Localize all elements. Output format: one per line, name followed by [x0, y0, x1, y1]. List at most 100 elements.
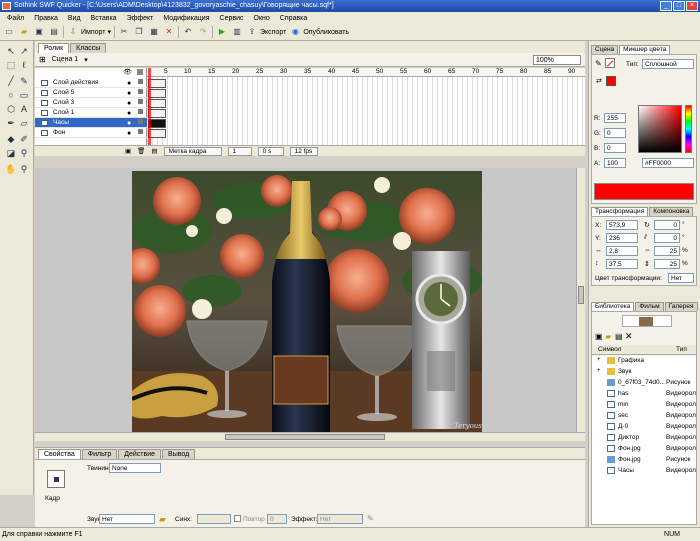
stage-canvas[interactable]: Teryoush: [132, 171, 482, 434]
close-button[interactable]: ×: [686, 1, 698, 11]
lock-icon[interactable]: [138, 119, 143, 124]
edit-effect-icon[interactable]: ✎: [367, 514, 374, 523]
hand-tool-icon[interactable]: ✋: [5, 163, 17, 175]
frame-grid[interactable]: 5 10 15 20 25 30 35 40 45 50 55 60 65 70…: [147, 68, 585, 156]
menu-window[interactable]: Окно: [249, 15, 275, 22]
lock-icon[interactable]: [138, 89, 143, 94]
delete-layer-icon[interactable]: 🗑: [137, 147, 145, 155]
line-tool-icon[interactable]: ╱: [5, 75, 17, 87]
frame-rate[interactable]: 12 fps: [289, 146, 318, 156]
gradient-tool-icon[interactable]: ◪: [5, 147, 17, 159]
zoom-tool-icon[interactable]: ⚲: [18, 163, 30, 175]
selection-tool-icon[interactable]: ↖: [5, 45, 17, 57]
sound-select[interactable]: Нет: [99, 514, 155, 524]
test-movie-icon[interactable]: ▥: [231, 26, 243, 38]
delete-symbol-icon[interactable]: ✕: [625, 331, 633, 342]
library-item[interactable]: sec Видеорол...: [592, 411, 696, 420]
b-field[interactable]: 0: [604, 143, 626, 153]
expand-icon[interactable]: +: [597, 367, 601, 376]
tab-color-mixer[interactable]: Микшер цвета: [619, 45, 671, 54]
frame-label-field[interactable]: Метка кадра: [163, 146, 222, 156]
skew-field[interactable]: 0: [654, 233, 680, 243]
hue-slider[interactable]: [685, 105, 692, 153]
library-item[interactable]: Фон.jpg Видеорол...: [592, 444, 696, 453]
scale-y-field[interactable]: 25: [654, 259, 680, 269]
layer-row[interactable]: Слой 1 ●: [35, 108, 147, 118]
scale-x-field[interactable]: 25: [654, 246, 680, 256]
g-field[interactable]: 0: [604, 128, 626, 138]
r-field[interactable]: 255: [604, 113, 626, 123]
tab-properties[interactable]: Свойства: [38, 449, 81, 459]
rotation-field[interactable]: 0: [654, 220, 680, 230]
import-button[interactable]: ⇩ Импорт ▾: [67, 26, 111, 38]
new-folder-icon[interactable]: ▰: [605, 332, 611, 341]
polygon-tool-icon[interactable]: ⬡: [5, 103, 17, 115]
scroll-thumb[interactable]: [578, 286, 584, 304]
tab-transform[interactable]: Трансформация: [591, 207, 649, 216]
scroll-thumb[interactable]: [225, 434, 385, 440]
subselection-tool-icon[interactable]: ↗: [18, 45, 30, 57]
sync-select[interactable]: [197, 514, 231, 524]
pencil-tool-icon[interactable]: ✎: [18, 75, 30, 87]
repeat-field[interactable]: 0: [267, 514, 287, 524]
effect-select[interactable]: Нет: [317, 514, 363, 524]
eye-icon[interactable]: ●: [127, 129, 131, 139]
add-layer-icon[interactable]: ▣: [125, 147, 131, 155]
frame-ruler[interactable]: 5 10 15 20 25 30 35 40 45 50 55 60 65 70…: [147, 68, 585, 77]
redo-icon[interactable]: ↷: [197, 26, 209, 38]
open-folder-icon[interactable]: ▰: [18, 26, 30, 38]
export-button[interactable]: ⇪ Экспорт: [246, 26, 287, 38]
repeat-checkbox[interactable]: [234, 515, 241, 522]
publish-button[interactable]: ◉ Опубликовать: [289, 26, 349, 38]
col-symbol[interactable]: Символ: [598, 346, 621, 353]
library-item[interactable]: + Графика: [592, 356, 696, 365]
lasso-tool-icon[interactable]: ℓ: [18, 59, 30, 71]
color-transform-select[interactable]: Нет: [668, 273, 694, 283]
x-field[interactable]: 573,9: [606, 220, 638, 230]
layer-row[interactable]: Фон ●: [35, 128, 147, 138]
cut-icon[interactable]: ✂: [118, 26, 130, 38]
library-item[interactable]: min Видеорол...: [592, 400, 696, 409]
library-item[interactable]: + Звук: [592, 367, 696, 376]
playhead[interactable]: [148, 68, 151, 156]
library-item[interactable]: has Видеорол...: [592, 389, 696, 398]
delete-icon[interactable]: ✕: [163, 26, 175, 38]
alpha-field[interactable]: 100: [604, 158, 626, 168]
undo-icon[interactable]: ↶: [182, 26, 194, 38]
play-icon[interactable]: ▶: [216, 26, 228, 38]
properties-icon[interactable]: ▤: [615, 332, 623, 341]
menu-insert[interactable]: Вставка: [86, 15, 122, 22]
color-picker-field[interactable]: [638, 105, 682, 153]
paste-icon[interactable]: ▦: [148, 26, 160, 38]
library-item[interactable]: Часы Видеорол...: [592, 466, 696, 475]
menu-modify[interactable]: Модификация: [158, 15, 214, 22]
save-icon[interactable]: ▣: [33, 26, 45, 38]
tab-gallery[interactable]: Галерея: [664, 302, 698, 311]
vertical-scrollbar[interactable]: [576, 168, 585, 432]
scene-selector[interactable]: Сцена 1: [52, 56, 78, 63]
fill-type-select[interactable]: Сплошной: [642, 59, 694, 69]
tab-action[interactable]: Действие: [118, 449, 162, 459]
menu-file[interactable]: Файл: [2, 15, 29, 22]
transform-tool-icon[interactable]: ⬚: [5, 59, 17, 71]
copy-icon[interactable]: ❐: [133, 26, 145, 38]
library-item[interactable]: Фон.jpg Рисунок: [592, 455, 696, 464]
tween-select[interactable]: None: [109, 463, 161, 473]
stroke-color-icon[interactable]: ✎: [595, 59, 602, 68]
swap-colors-icon[interactable]: ⇄: [596, 77, 602, 85]
onion-skin-icon[interactable]: ▤: [151, 147, 157, 155]
zoom-select[interactable]: 100%: [533, 55, 581, 65]
tab-scene[interactable]: Сцена: [591, 45, 619, 54]
text-tool-icon[interactable]: A: [18, 103, 30, 115]
tab-library[interactable]: Библиотека: [591, 302, 635, 311]
menu-edit[interactable]: Правка: [29, 15, 63, 22]
rectangle-tool-icon[interactable]: ▭: [18, 89, 30, 101]
library-item[interactable]: Д-0 Видеорол...: [592, 422, 696, 431]
library-item[interactable]: Диктор Видеорол...: [592, 433, 696, 442]
lock-icon[interactable]: [138, 129, 143, 134]
fill-color-icon[interactable]: [605, 58, 615, 68]
chevron-down-icon[interactable]: ▾: [84, 56, 88, 64]
menu-view[interactable]: Вид: [63, 15, 86, 22]
menu-effect[interactable]: Эффект: [122, 15, 159, 22]
folder-icon[interactable]: ▰: [159, 514, 166, 525]
